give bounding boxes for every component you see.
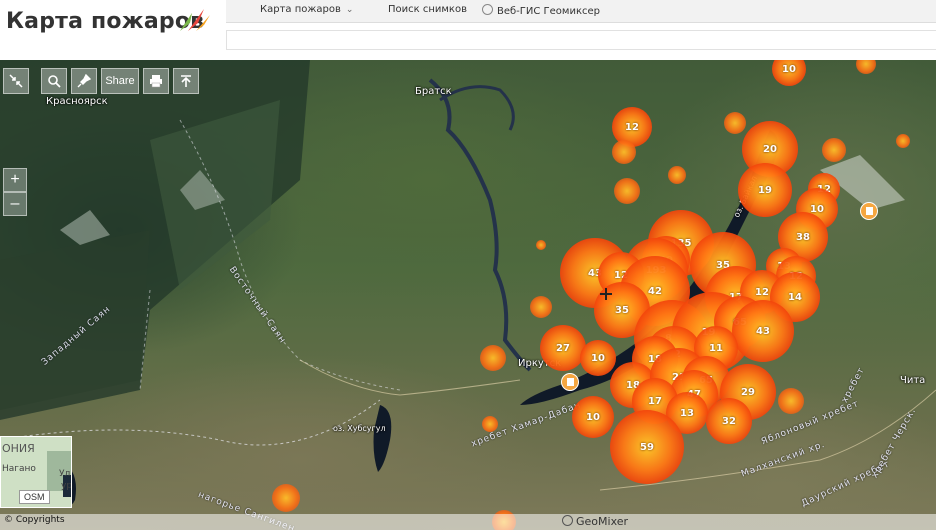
copyrights-link[interactable]: © Copyrights bbox=[4, 515, 65, 525]
minimap[interactable]: ОНИЯ Нагано Ул ур OSM bbox=[0, 436, 72, 508]
fire-cluster[interactable]: 59 bbox=[610, 410, 684, 484]
fullscreen-collapse-button[interactable] bbox=[3, 68, 29, 94]
pin-button[interactable] bbox=[71, 68, 97, 94]
fire-point[interactable] bbox=[530, 296, 552, 318]
zoom-out-button[interactable]: – bbox=[3, 192, 27, 216]
place-krasnoyarsk: Красноярск bbox=[46, 96, 108, 107]
fire-point[interactable] bbox=[896, 134, 910, 148]
osm-layer-button[interactable]: OSM bbox=[19, 490, 50, 504]
fire-point[interactable] bbox=[724, 112, 746, 134]
fire-point[interactable] bbox=[668, 166, 686, 184]
geomixer-brand-label: GeoMixer bbox=[576, 515, 629, 528]
fire-cluster[interactable]: 10 bbox=[580, 340, 616, 376]
fire-point[interactable] bbox=[480, 345, 506, 371]
search-bar-area[interactable] bbox=[226, 30, 936, 50]
fire-point[interactable] bbox=[612, 140, 636, 164]
upload-button[interactable] bbox=[173, 68, 199, 94]
fire-point[interactable] bbox=[482, 416, 498, 432]
fire-cluster[interactable]: 27 bbox=[540, 325, 586, 371]
fire-cluster[interactable]: 43 bbox=[732, 300, 794, 362]
chevron-down-icon: ⌄ bbox=[345, 5, 354, 15]
fire-point[interactable] bbox=[536, 240, 546, 250]
nav-image-search-label: Поиск снимков bbox=[388, 4, 467, 15]
upload-icon bbox=[181, 75, 191, 87]
nav-geomixer-label: Веб-ГИС Геомиксер bbox=[497, 6, 600, 17]
pin-icon bbox=[77, 74, 91, 88]
nav-fire-map[interactable]: Карта пожаров ⌄ bbox=[260, 4, 353, 15]
minimap-label: Ул bbox=[59, 469, 71, 479]
crosshair-icon bbox=[600, 288, 612, 300]
zoom-control: + – bbox=[3, 168, 27, 216]
map-footer bbox=[0, 514, 936, 530]
print-button[interactable] bbox=[143, 68, 169, 94]
nav-image-search[interactable]: Поиск снимков bbox=[388, 4, 467, 15]
fire-logo-icon bbox=[180, 9, 210, 31]
place-chita: Чита bbox=[900, 375, 926, 386]
fire-point[interactable] bbox=[272, 484, 300, 512]
minimap-label: Нагано bbox=[2, 464, 36, 474]
place-bratsk: Братск bbox=[415, 86, 452, 97]
app-header: Карта пожаров Карта пожаров ⌄ Поиск снимк… bbox=[0, 0, 936, 60]
nav-fire-map-label: Карта пожаров bbox=[260, 4, 341, 15]
geomixer-brand: GeoMixer bbox=[562, 515, 628, 528]
report-marker-icon[interactable] bbox=[860, 202, 878, 220]
collapse-arrows-icon bbox=[9, 74, 23, 88]
fire-point[interactable] bbox=[778, 388, 804, 414]
search-icon bbox=[48, 75, 61, 88]
print-icon bbox=[150, 75, 162, 88]
fire-point[interactable] bbox=[822, 138, 846, 162]
nav-geomixer[interactable]: Веб-ГИС Геомиксер bbox=[482, 4, 600, 17]
app-title[interactable]: Карта пожаров bbox=[6, 9, 204, 34]
minimap-label: ОНИЯ bbox=[2, 442, 35, 455]
geomixer-logo-icon bbox=[562, 515, 573, 526]
search-button[interactable] bbox=[41, 68, 67, 94]
globe-icon bbox=[482, 4, 493, 15]
place-khubsugul: оз. Хубсугул bbox=[333, 424, 386, 433]
fire-cluster[interactable]: 19 bbox=[738, 163, 792, 217]
fire-cluster[interactable]: 10 bbox=[572, 396, 614, 438]
fire-point[interactable] bbox=[614, 178, 640, 204]
share-button[interactable]: Share bbox=[101, 68, 139, 94]
top-nav: Карта пожаров ⌄ Поиск снимков Веб-ГИС Гео… bbox=[226, 0, 936, 23]
zoom-in-button[interactable]: + bbox=[3, 168, 27, 192]
map-view[interactable]: Красноярск Братск Иркутск Чита оз. Хубсу… bbox=[0, 60, 936, 530]
fire-cluster[interactable]: 32 bbox=[706, 398, 752, 444]
report-marker-icon[interactable] bbox=[561, 373, 579, 391]
minimap-label: ур bbox=[61, 481, 72, 491]
